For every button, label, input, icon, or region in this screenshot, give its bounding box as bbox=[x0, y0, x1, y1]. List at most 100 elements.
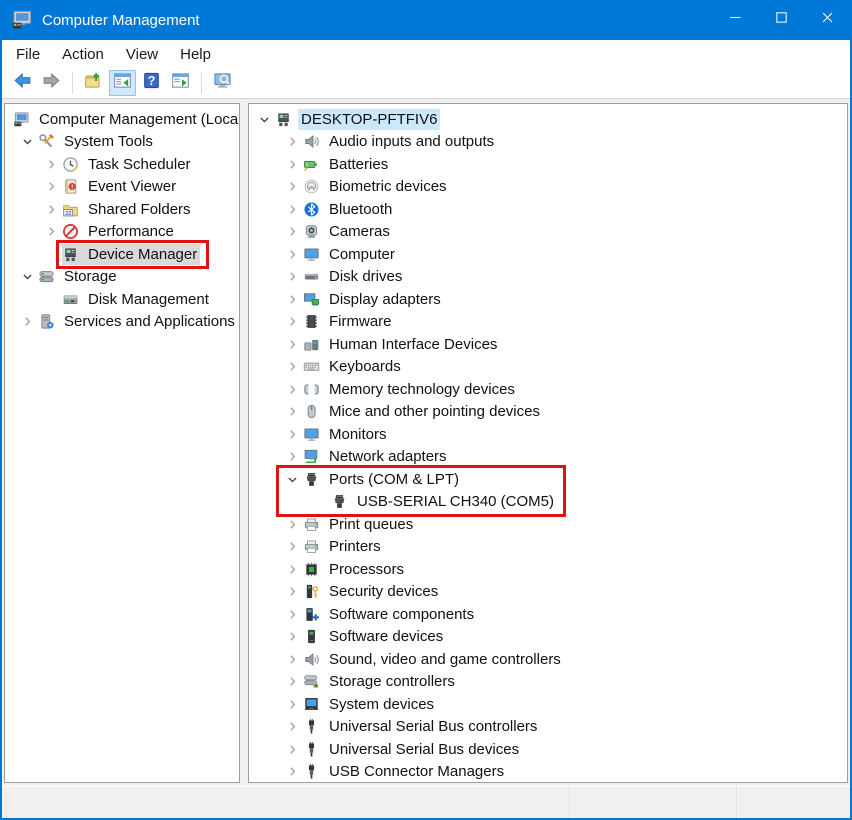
chevron-right-icon[interactable] bbox=[282, 673, 303, 690]
tree-item-bluetooth[interactable]: Bluetooth bbox=[249, 198, 847, 221]
tree-item-device-manager[interactable]: Device Manager bbox=[5, 243, 239, 266]
tree-item-label: Device Manager bbox=[85, 244, 200, 265]
chevron-right-icon[interactable] bbox=[282, 538, 303, 555]
chevron-right-icon[interactable] bbox=[282, 628, 303, 645]
tree-item-audio-inputs-and-outputs[interactable]: Audio inputs and outputs bbox=[249, 131, 847, 154]
chevron-down-icon[interactable] bbox=[254, 111, 275, 128]
tree-item-label: Processors bbox=[326, 559, 407, 580]
chevron-right-icon[interactable] bbox=[282, 358, 303, 375]
menu-file[interactable]: File bbox=[5, 43, 51, 66]
menu-view[interactable]: View bbox=[115, 43, 169, 66]
chevron-right-icon[interactable] bbox=[282, 606, 303, 623]
tree-item-computer-management-local[interactable]: Computer Management (Local) bbox=[5, 108, 239, 131]
tree-item-universal-serial-bus-devices[interactable]: Universal Serial Bus devices bbox=[249, 738, 847, 761]
chevron-right-icon[interactable] bbox=[282, 201, 303, 218]
chevron-right-icon[interactable] bbox=[41, 156, 62, 173]
maximize-icon bbox=[774, 10, 789, 30]
chevron-right-icon[interactable] bbox=[41, 178, 62, 195]
chevron-right-icon[interactable] bbox=[282, 156, 303, 173]
tree-item-software-devices[interactable]: Software devices bbox=[249, 626, 847, 649]
tree-item-print-queues[interactable]: Print queues bbox=[249, 513, 847, 536]
chevron-right-icon[interactable] bbox=[282, 223, 303, 240]
tree-item-batteries[interactable]: Batteries bbox=[249, 153, 847, 176]
close-button[interactable] bbox=[804, 0, 850, 40]
computer-search-icon bbox=[213, 71, 232, 95]
chevron-right-icon[interactable] bbox=[282, 381, 303, 398]
tree-item-task-scheduler[interactable]: Task Scheduler bbox=[5, 153, 239, 176]
tree-item-label: Shared Folders bbox=[85, 199, 194, 220]
tree-item-biometric-devices[interactable]: Biometric devices bbox=[249, 176, 847, 199]
console-tree-window-icon bbox=[113, 71, 132, 95]
tree-item-display-adapters[interactable]: Display adapters bbox=[249, 288, 847, 311]
chevron-down-icon[interactable] bbox=[282, 471, 303, 488]
hard-disk-icon bbox=[303, 268, 326, 286]
tree-item-processors[interactable]: Processors bbox=[249, 558, 847, 581]
tree-item-system-devices[interactable]: System devices bbox=[249, 693, 847, 716]
help-button[interactable]: ? bbox=[138, 70, 165, 96]
chevron-right-icon[interactable] bbox=[17, 313, 38, 330]
tree-item-universal-serial-bus-controllers[interactable]: Universal Serial Bus controllers bbox=[249, 716, 847, 739]
chevron-right-icon[interactable] bbox=[282, 313, 303, 330]
chevron-right-icon[interactable] bbox=[282, 583, 303, 600]
chevron-right-icon[interactable] bbox=[282, 426, 303, 443]
chevron-right-icon[interactable] bbox=[41, 223, 62, 240]
chevron-right-icon[interactable] bbox=[282, 651, 303, 668]
chevron-down-icon[interactable] bbox=[17, 133, 38, 150]
chevron-right-icon[interactable] bbox=[282, 718, 303, 735]
tree-item-services-and-applications[interactable]: Services and Applications bbox=[5, 311, 239, 334]
tree-item-label: Batteries bbox=[326, 154, 391, 175]
chevron-right-icon[interactable] bbox=[282, 696, 303, 713]
maximize-button[interactable] bbox=[758, 0, 804, 40]
tree-item-disk-drives[interactable]: Disk drives bbox=[249, 266, 847, 289]
chevron-right-icon[interactable] bbox=[282, 403, 303, 420]
tree-item-usb-connector-managers[interactable]: USB Connector Managers bbox=[249, 761, 847, 784]
tree-item-storage[interactable]: Storage bbox=[5, 266, 239, 289]
chevron-right-icon[interactable] bbox=[282, 246, 303, 263]
chevron-right-icon[interactable] bbox=[282, 133, 303, 150]
tree-item-sound-video-and-game-controllers[interactable]: Sound, video and game controllers bbox=[249, 648, 847, 671]
tree-item-ports-com-lpt[interactable]: Ports (COM & LPT) bbox=[249, 468, 847, 491]
tree-item-system-tools[interactable]: System Tools bbox=[5, 131, 239, 154]
chevron-down-icon[interactable] bbox=[17, 268, 38, 285]
menu-action[interactable]: Action bbox=[51, 43, 115, 66]
tree-item-event-viewer[interactable]: Event Viewer bbox=[5, 176, 239, 199]
chevron-right-icon[interactable] bbox=[282, 178, 303, 195]
menu-help[interactable]: Help bbox=[169, 43, 222, 66]
chevron-right-icon[interactable] bbox=[41, 201, 62, 218]
minimize-button[interactable] bbox=[712, 0, 758, 40]
chevron-right-icon[interactable] bbox=[282, 448, 303, 465]
tree-item-performance[interactable]: Performance bbox=[5, 221, 239, 244]
tree-item-software-components[interactable]: Software components bbox=[249, 603, 847, 626]
back-button[interactable] bbox=[9, 70, 36, 96]
tree-item-keyboards[interactable]: Keyboards bbox=[249, 356, 847, 379]
chevron-right-icon[interactable] bbox=[282, 741, 303, 758]
console-search-button[interactable] bbox=[209, 70, 236, 96]
chevron-right-icon[interactable] bbox=[282, 336, 303, 353]
tree-item-cameras[interactable]: Cameras bbox=[249, 221, 847, 244]
tree-item-shared-folders[interactable]: 22Shared Folders bbox=[5, 198, 239, 221]
tree-item-firmware[interactable]: Firmware bbox=[249, 311, 847, 334]
tree-item-desktop-pftfiv6[interactable]: DESKTOP-PFTFIV6 bbox=[249, 108, 847, 131]
show-console-tree-button[interactable] bbox=[109, 70, 136, 96]
show-action-pane-button[interactable] bbox=[167, 70, 194, 96]
export-button[interactable] bbox=[80, 70, 107, 96]
tree-item-mice-and-other-pointing-devices[interactable]: Mice and other pointing devices bbox=[249, 401, 847, 424]
tree-item-security-devices[interactable]: Security devices bbox=[249, 581, 847, 604]
tree-item-human-interface-devices[interactable]: Human Interface Devices bbox=[249, 333, 847, 356]
chevron-right-icon[interactable] bbox=[282, 268, 303, 285]
tree-item-disk-management[interactable]: Disk Management bbox=[5, 288, 239, 311]
forward-arrow-icon bbox=[42, 71, 61, 95]
tree-item-memory-technology-devices[interactable]: Memory technology devices bbox=[249, 378, 847, 401]
forward-button[interactable] bbox=[38, 70, 65, 96]
tree-item-monitors[interactable]: Monitors bbox=[249, 423, 847, 446]
chevron-right-icon[interactable] bbox=[282, 561, 303, 578]
tree-item-computer[interactable]: Computer bbox=[249, 243, 847, 266]
tree-item-usb-serial-ch340-com5[interactable]: USB-SERIAL CH340 (COM5) bbox=[249, 491, 847, 514]
chevron-right-icon[interactable] bbox=[282, 516, 303, 533]
chevron-right-icon[interactable] bbox=[282, 763, 303, 780]
tree-item-printers[interactable]: Printers bbox=[249, 536, 847, 559]
chevron-right-icon[interactable] bbox=[282, 291, 303, 308]
tree-item-network-adapters[interactable]: Network adapters bbox=[249, 446, 847, 469]
tree-item-storage-controllers[interactable]: Storage controllers bbox=[249, 671, 847, 694]
tree-item-label: Biometric devices bbox=[326, 176, 450, 197]
